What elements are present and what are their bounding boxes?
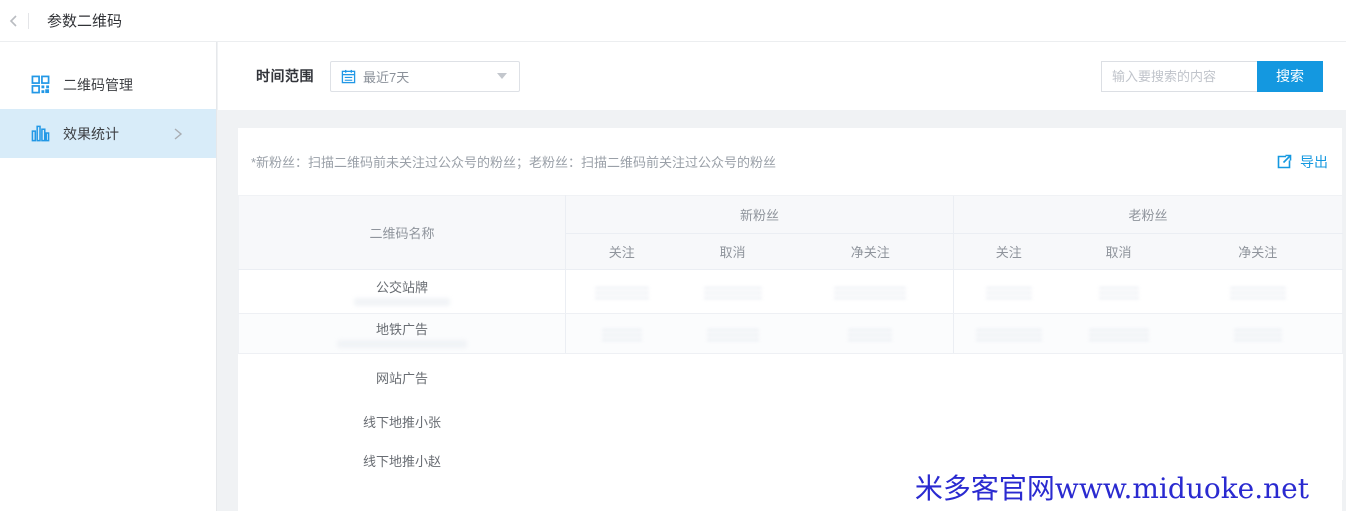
chevron-right-icon bbox=[172, 127, 184, 141]
subheader-net-follow: 净关注 bbox=[1174, 234, 1343, 270]
back-chevron-icon bbox=[7, 14, 21, 28]
redacted-value bbox=[337, 340, 467, 348]
content-panel: *新粉丝：扫描二维码前未关注过公众号的粉丝；老粉丝：扫描二维码前关注过公众号的粉… bbox=[238, 128, 1342, 511]
calendar-icon bbox=[341, 69, 356, 84]
redacted-value-cell bbox=[566, 314, 678, 354]
redacted-value-cell bbox=[954, 314, 1064, 354]
redacted-value-cell bbox=[1174, 270, 1343, 314]
table-row: 线下地推小张 bbox=[239, 402, 1343, 441]
filter-bar: 时间范围 最近7天 搜索 bbox=[218, 42, 1346, 110]
column-header-qrcode-name: 二维码名称 bbox=[239, 196, 566, 270]
table-row: 地铁广告 bbox=[239, 314, 1343, 354]
site-watermark: 米多客官网www.miduoke.net bbox=[915, 467, 1309, 507]
redacted-value-cell bbox=[788, 270, 954, 314]
topbar: 参数二维码 bbox=[0, 0, 1346, 42]
redacted-value-cell bbox=[678, 314, 788, 354]
time-range-label: 时间范围 bbox=[256, 66, 314, 86]
qrcode-icon bbox=[31, 75, 50, 94]
table-row: 网站广告 bbox=[239, 354, 1343, 402]
export-icon bbox=[1276, 154, 1292, 170]
sidebar-item-label: 效果统计 bbox=[63, 124, 119, 144]
topbar-divider bbox=[28, 13, 29, 29]
redacted-value-cell bbox=[1064, 270, 1174, 314]
qrcode-name-cell: 线下地推小张 bbox=[239, 402, 566, 441]
subheader-follow: 关注 bbox=[954, 234, 1064, 270]
group-header-old-fans: 老粉丝 bbox=[954, 196, 1343, 234]
redacted-value-cell bbox=[1174, 314, 1343, 354]
subheader-net-follow: 净关注 bbox=[788, 234, 954, 270]
redacted-value-cell bbox=[954, 270, 1064, 314]
subheader-cancel: 取消 bbox=[1064, 234, 1174, 270]
sidebar-item-effect-statistics[interactable]: 效果统计 bbox=[0, 109, 216, 158]
qrcode-name-cell: 线下地推小赵 bbox=[239, 441, 566, 480]
sidebar-item-label: 二维码管理 bbox=[63, 75, 133, 95]
table-row: 公交站牌 bbox=[239, 270, 1343, 314]
search-button[interactable]: 搜索 bbox=[1257, 61, 1323, 92]
qrcode-name-cell: 公交站牌 bbox=[239, 270, 566, 314]
redacted-value-cell bbox=[566, 270, 678, 314]
redacted-value-cell bbox=[678, 270, 788, 314]
qrcode-name-cell: 网站广告 bbox=[239, 354, 566, 402]
bar-chart-icon bbox=[31, 124, 50, 143]
fans-definition-note: *新粉丝：扫描二维码前未关注过公众号的粉丝；老粉丝：扫描二维码前关注过公众号的粉… bbox=[251, 152, 776, 171]
search-input[interactable] bbox=[1101, 61, 1257, 92]
export-button[interactable]: 导出 bbox=[1276, 152, 1328, 172]
redacted-value-cell bbox=[1064, 314, 1174, 354]
subheader-cancel: 取消 bbox=[678, 234, 788, 270]
export-label: 导出 bbox=[1300, 152, 1328, 172]
redacted-value bbox=[354, 298, 450, 306]
time-range-value: 最近7天 bbox=[363, 67, 497, 86]
time-range-select[interactable]: 最近7天 bbox=[330, 61, 520, 92]
group-header-new-fans: 新粉丝 bbox=[566, 196, 954, 234]
back-button[interactable] bbox=[0, 0, 28, 42]
sidebar-item-qrcode-management[interactable]: 二维码管理 bbox=[0, 60, 216, 109]
redacted-value-cell bbox=[788, 314, 954, 354]
subheader-follow: 关注 bbox=[566, 234, 678, 270]
qrcode-name-cell: 地铁广告 bbox=[239, 314, 566, 354]
statistics-table: 二维码名称 新粉丝 老粉丝 关注 取消 净关注 关注 取消 净关注 公交站牌 bbox=[238, 195, 1343, 480]
select-caret-icon bbox=[497, 73, 507, 79]
sidebar: 二维码管理 效果统计 bbox=[0, 42, 217, 511]
page-title: 参数二维码 bbox=[47, 10, 122, 31]
